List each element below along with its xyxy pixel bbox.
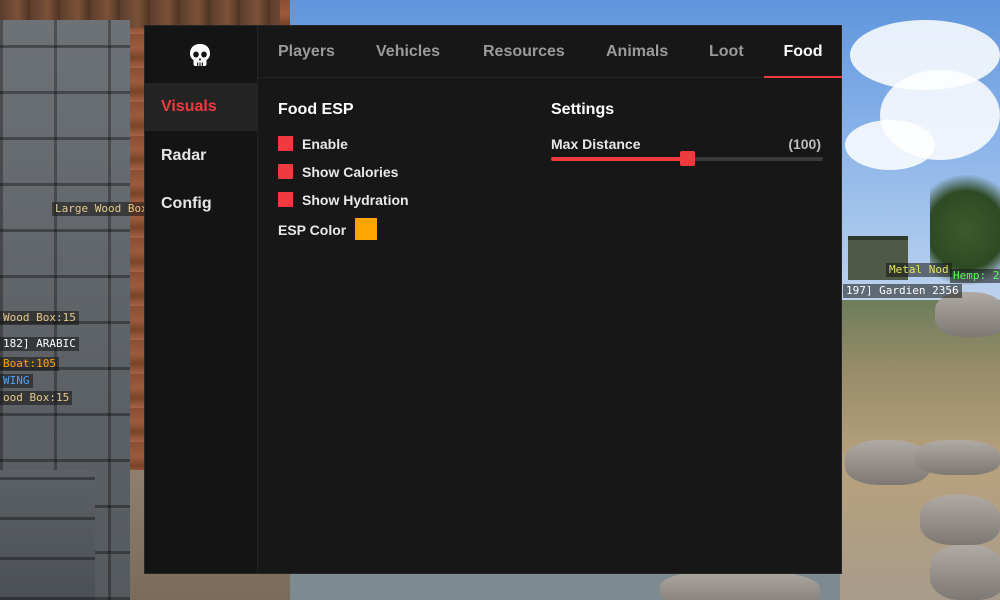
category-tabs: Players Vehicles Resources Animals Loot …: [257, 26, 842, 78]
max-distance-slider-handle[interactable]: [680, 151, 695, 166]
esp-label: Wood Box:15: [0, 311, 79, 325]
esp-label: Boat:105: [0, 357, 59, 371]
settings-heading: Settings: [551, 101, 615, 118]
tab-resources[interactable]: Resources: [483, 26, 565, 77]
rock: [915, 440, 1000, 475]
tab-vehicles[interactable]: Vehicles: [376, 26, 440, 77]
tab-animals[interactable]: Animals: [606, 26, 668, 77]
tab-food[interactable]: Food: [764, 26, 842, 78]
show-hydration-label: Show Hydration: [302, 192, 409, 208]
esp-label: 197] Gardien 2356: [843, 284, 962, 298]
esp-label: WING: [0, 374, 33, 388]
esp-label: 182] ARABIC: [0, 337, 79, 351]
enable-label: Enable: [302, 136, 348, 152]
rock: [930, 545, 1000, 600]
esp-color-label: ESP Color: [278, 222, 347, 238]
esp-label: Metal Nod: [886, 263, 952, 277]
show-hydration-checkbox[interactable]: [278, 192, 293, 207]
enable-checkbox[interactable]: [278, 136, 293, 151]
max-distance-slider[interactable]: [551, 151, 823, 166]
sidebar: Visuals Radar Config: [145, 26, 258, 573]
cloud: [845, 120, 935, 170]
max-distance-label: Max Distance: [551, 136, 641, 152]
rock: [920, 495, 1000, 545]
tab-loot[interactable]: Loot: [709, 26, 744, 77]
rock: [935, 292, 1000, 337]
max-distance-slider-fill: [551, 157, 687, 161]
cheat-menu-window: Visuals Radar Config Players Vehicles Re…: [144, 25, 842, 574]
skull-icon: [190, 44, 210, 66]
esp-label: ood Box:15: [0, 391, 73, 405]
max-distance-value: (100): [788, 136, 821, 152]
show-calories-checkbox[interactable]: [278, 164, 293, 179]
tab-players[interactable]: Players: [278, 26, 335, 77]
esp-label: Large Wood Box: [52, 202, 151, 216]
esp-color-swatch[interactable]: [355, 218, 377, 240]
sidebar-item-radar[interactable]: Radar: [145, 132, 257, 180]
stone-wall-base: [0, 470, 95, 600]
rock: [660, 570, 820, 600]
show-calories-label: Show Calories: [302, 164, 399, 180]
sidebar-item-visuals[interactable]: Visuals: [145, 83, 257, 131]
food-esp-heading: Food ESP: [278, 101, 354, 118]
esp-label: Hemp: 2: [950, 269, 1000, 283]
sidebar-item-config[interactable]: Config: [145, 180, 257, 228]
